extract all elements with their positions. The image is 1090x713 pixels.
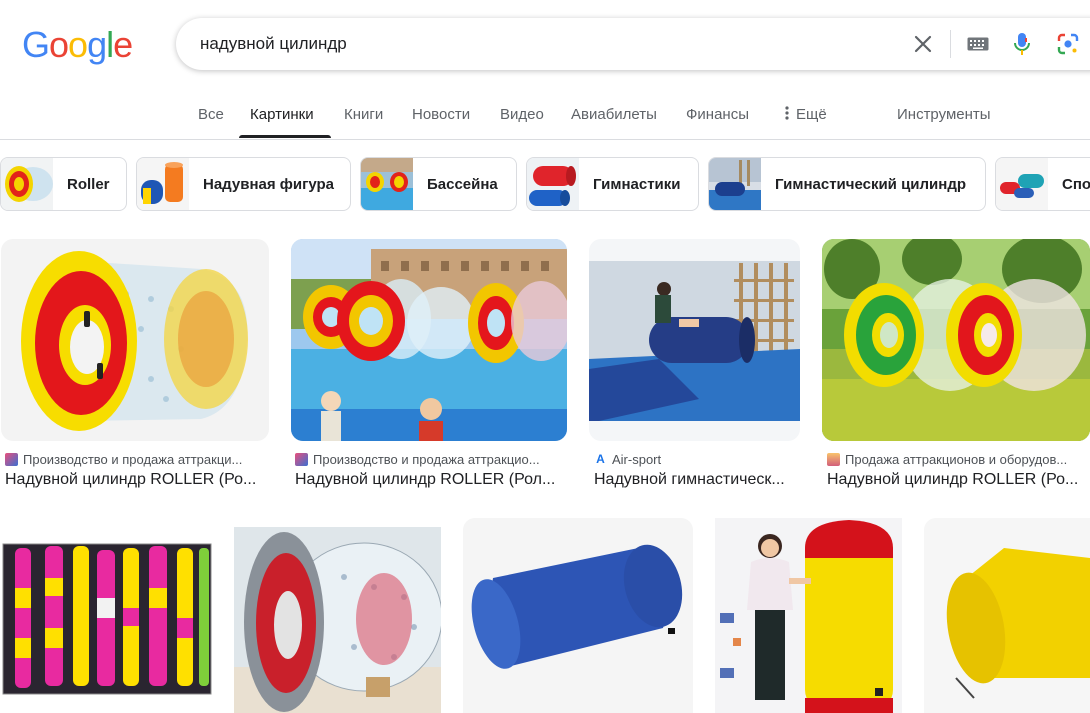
chip-pool-thumb — [361, 158, 413, 210]
result-card[interactable]: Продажа аттракционов и оборудов... Надув… — [822, 239, 1090, 499]
result-card[interactable]: A Air-sport Надувной гимнастическ... — [589, 239, 800, 499]
result-image[interactable] — [589, 239, 800, 441]
logo-letter-g: G — [22, 24, 50, 65]
tab-more-label: Ещё — [796, 106, 827, 123]
tab-finance[interactable]: Финансы — [686, 106, 749, 123]
attractions-favicon — [295, 453, 308, 466]
result-card[interactable] — [715, 518, 902, 713]
chip-label: Надувная фигура — [203, 175, 335, 193]
source-text: Производство и продажа аттракци... — [23, 452, 243, 467]
result-image[interactable] — [1, 239, 269, 441]
gym-cylinder-image — [589, 239, 800, 441]
tab-video[interactable]: Видео — [500, 106, 544, 123]
lens-icon[interactable] — [1052, 28, 1084, 60]
result-source[interactable]: A Air-sport — [594, 452, 799, 467]
search-divider — [950, 30, 951, 58]
chip-inflatable-figure[interactable]: Надувная фигура — [136, 157, 351, 211]
roller-image — [1, 239, 269, 441]
source-text: Продажа аттракционов и оборудов... — [845, 452, 1068, 467]
search-box[interactable]: надувной цилиндр — [176, 18, 1090, 70]
chip-roller-thumb — [1, 158, 53, 210]
result-source[interactable]: Производство и продажа аттракци... — [5, 452, 267, 467]
green-roller-image — [822, 239, 1090, 441]
result-card[interactable] — [463, 518, 693, 713]
chip-label: Бассейна — [427, 175, 498, 193]
chip-label: Roller — [67, 175, 110, 193]
chip-label: Спо — [1062, 175, 1090, 193]
result-image[interactable] — [924, 518, 1090, 713]
logo-letter-o2: o — [68, 24, 88, 65]
keyboard-icon[interactable] — [962, 28, 994, 60]
chip-pool[interactable]: Бассейна — [360, 157, 517, 211]
result-image[interactable] — [463, 518, 693, 713]
result-source[interactable]: Производство и продажа аттракцио... — [295, 452, 565, 467]
chip-label: Гимнастический цилиндр — [775, 175, 967, 193]
result-title[interactable]: Надувной цилиндр ROLLER (Ро... — [827, 471, 1089, 489]
active-tab-indicator — [239, 135, 331, 138]
result-image[interactable] — [1, 518, 212, 713]
chip-label: Гимнастики — [593, 175, 681, 193]
tab-books[interactable]: Книги — [344, 106, 383, 123]
result-card[interactable] — [234, 527, 441, 713]
result-source[interactable]: Продажа аттракционов и оборудов... — [827, 452, 1089, 467]
tab-news[interactable]: Новости — [412, 106, 470, 123]
woman-yellow-cylinder-image — [715, 518, 902, 713]
tab-images[interactable]: Картинки — [250, 106, 314, 123]
more-vert-icon — [785, 106, 789, 120]
result-image[interactable] — [822, 239, 1090, 441]
tab-more[interactable]: Ещё — [784, 106, 827, 123]
result-title[interactable]: Надувной гимнастическ... — [594, 471, 799, 489]
logo-letter-e: e — [113, 24, 133, 65]
chip-roller[interactable]: Roller — [0, 157, 127, 211]
microphone-icon[interactable] — [1006, 28, 1038, 60]
result-title[interactable]: Надувной цилиндр ROLLER (Ро... — [5, 471, 267, 489]
clear-icon[interactable] — [907, 28, 939, 60]
chip-sport[interactable]: Спо — [995, 157, 1090, 211]
tab-tools[interactable]: Инструменты — [897, 106, 991, 123]
result-image[interactable] — [715, 518, 902, 713]
cake-favicon — [827, 453, 840, 466]
google-logo[interactable]: Google — [22, 24, 133, 65]
blue-cylinder-image — [463, 518, 693, 713]
result-image[interactable] — [291, 239, 567, 441]
chip-sport-thumb — [996, 158, 1048, 210]
logo-letter-g2: g — [87, 24, 107, 65]
logo-letter-o1: o — [49, 24, 69, 65]
attractions-favicon — [5, 453, 18, 466]
source-text: Производство и продажа аттракцио... — [313, 452, 540, 467]
tabs-divider — [0, 139, 1090, 140]
search-tabs: Все Картинки Книги Новости Видео Авиабил… — [0, 104, 1090, 138]
chip-gymnastics-thumb — [527, 158, 579, 210]
result-card[interactable] — [1, 518, 212, 713]
yellow-cylinder-image — [924, 518, 1090, 713]
tab-all[interactable]: Все — [198, 106, 224, 123]
chip-gym-cylinder-thumb — [709, 158, 761, 210]
pool-rollers-image — [291, 239, 567, 441]
transparent-roller-image — [234, 527, 441, 713]
inflatable-columns-image — [1, 518, 212, 713]
tab-flights[interactable]: Авиабилеты — [571, 106, 657, 123]
source-text: Air-sport — [612, 452, 662, 467]
result-title[interactable]: Надувной цилиндр ROLLER (Рол... — [295, 471, 565, 489]
result-image[interactable] — [234, 527, 441, 713]
chip-gymnastic-cylinder[interactable]: Гимнастический цилиндр — [708, 157, 986, 211]
result-card[interactable]: Производство и продажа аттракци... Надув… — [1, 239, 269, 499]
result-card[interactable] — [924, 518, 1090, 713]
result-card[interactable]: Производство и продажа аттракцио... Наду… — [291, 239, 567, 499]
chip-gymnastics[interactable]: Гимнастики — [526, 157, 699, 211]
chip-figure-thumb — [137, 158, 189, 210]
search-input[interactable]: надувной цилиндр — [200, 34, 347, 54]
air-sport-favicon: A — [594, 453, 607, 466]
